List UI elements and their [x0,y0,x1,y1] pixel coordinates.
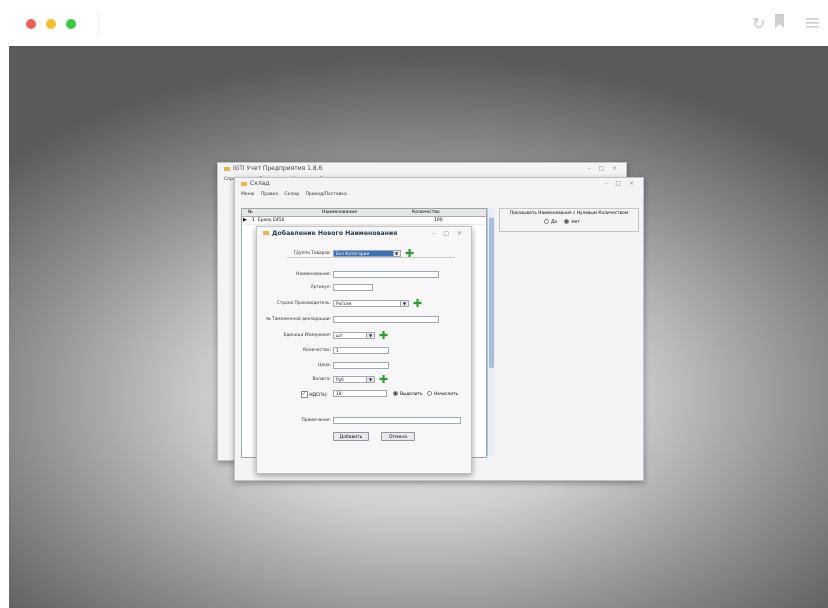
vat-extract-label: Выделить [400,392,423,397]
separator [287,257,455,258]
zero-qty-panel: Показывать Наименования с Нулевым Количе… [499,208,639,232]
dialog-titlebar: Добавление Нового Наименования – □ × [257,227,471,241]
vat-checkbox[interactable]: ✓ [301,391,308,398]
folder-icon [263,231,269,235]
table-row[interactable]: ▶ 1 Epson E450 100 [242,217,486,225]
note-input[interactable] [333,417,461,424]
chevron-down-icon[interactable]: ▼ [393,250,401,257]
vat-label: НДС(%): [309,393,328,398]
add-country-icon[interactable]: ✚ [413,298,422,309]
dialog-title: Добавление Нового Наименования [272,230,398,237]
name-input[interactable] [333,271,439,278]
group-select[interactable]: Без Категории [333,250,401,257]
menu-icon[interactable] [806,14,819,33]
currency-label: Валюта: [312,377,331,382]
add-unit-icon[interactable]: ✚ [379,330,388,341]
close-window-dot[interactable] [26,19,36,29]
add-button[interactable]: Добавить [333,432,369,441]
zero-qty-no-label: Нет [571,220,580,225]
country-select[interactable]: Россия ▼ [333,300,409,307]
column-header[interactable]: Наименование [322,209,357,216]
article-input[interactable] [333,284,373,291]
customs-label: № Таможенной декларации: [266,317,331,322]
minimize-window-dot[interactable] [46,19,56,29]
address-bar[interactable] [98,13,719,35]
menu-item[interactable]: Правка [261,192,278,197]
bookmark-icon[interactable] [775,13,784,28]
zero-qty-yes-radio[interactable] [544,219,549,224]
main-window-title: IGTI Учет Предприятия 1.8.6 [233,165,323,172]
vat-charge-label: Начислить [433,392,459,397]
browser-toolbar: ↻ [0,0,828,46]
country-label: Страна Производитель: [276,301,331,306]
sklad-titlebar: Склад – □ × [235,178,643,190]
main-window-titlebar: IGTI Учет Предприятия 1.8.6 – □ × [218,163,626,175]
chevron-down-icon[interactable]: ▼ [400,301,408,306]
column-header[interactable]: № [248,209,253,216]
name-label: Наименование: [296,272,331,277]
price-input[interactable] [333,362,389,369]
customs-input[interactable] [333,316,439,323]
currency-value: Руб [336,378,344,383]
menu-item[interactable]: Меню [241,192,254,197]
reload-icon[interactable]: ↻ [752,14,765,33]
scrollbar-thumb[interactable] [489,218,494,368]
table-scrollbar[interactable] [487,208,495,456]
maximize-window-dot[interactable] [66,19,76,29]
vat-extract-radio[interactable] [393,391,398,396]
unit-select[interactable]: шт ▼ [333,332,375,339]
menu-item[interactable]: Приход/Поставка [305,192,346,197]
currency-select[interactable]: Руб ▼ [333,376,375,383]
table-header: № Наименование Количество [242,209,486,217]
menu-item[interactable]: Склад [284,192,299,197]
add-currency-icon[interactable]: ✚ [379,374,388,385]
article-label: Артикул: [310,285,331,290]
sklad-menubar: Меню Правка Склад Приход/Поставка [235,190,643,199]
add-group-icon[interactable]: ✚ [405,248,414,259]
note-label: Примечание: [301,418,331,423]
app-icon [224,166,230,171]
price-label: Цена: [318,363,331,368]
vat-charge-radio[interactable] [426,391,432,396]
cancel-button[interactable]: Отмена [381,432,415,441]
chevron-down-icon[interactable]: ▼ [366,333,374,338]
desktop-stage: IGTI Учет Предприятия 1.8.6 – □ × Справо… [9,46,828,608]
row-name: Epson E450 [258,218,285,223]
zero-qty-label: Показывать Наименования с Нулевым Количе… [509,211,629,216]
sklad-title: Склад [250,180,270,187]
group-label: Группа Товаров: [293,251,331,256]
row-pointer-icon: ▶ [243,217,247,223]
unit-value: шт [336,334,343,339]
zero-qty-no-radio[interactable] [564,219,570,224]
country-value: Россия [336,302,352,307]
qty-label: Количество: [303,348,331,353]
dialog-window-controls[interactable]: – □ × [432,227,465,241]
chevron-down-icon[interactable]: ▼ [366,377,374,382]
folder-icon [241,181,247,186]
qty-input[interactable]: 1 [333,347,389,354]
column-header[interactable]: Количество [412,209,440,216]
add-item-dialog: Добавление Нового Наименования – □ × Гру… [256,226,472,474]
sklad-window-controls[interactable]: – □ × [604,178,637,190]
main-window-controls[interactable]: – □ × [587,163,620,175]
vat-mode-group: Выделить Начислить [393,391,458,397]
group-value: Без Категории [336,252,370,257]
vat-input[interactable]: 18 [333,390,387,397]
zero-qty-yes-label: Да [551,220,557,225]
vat-checkbox-group: ✓ НДС(%): [301,391,328,398]
row-qty: 100 [434,218,443,223]
row-number: 1 [252,218,255,223]
unit-label: Единица Измерения: [283,333,331,338]
